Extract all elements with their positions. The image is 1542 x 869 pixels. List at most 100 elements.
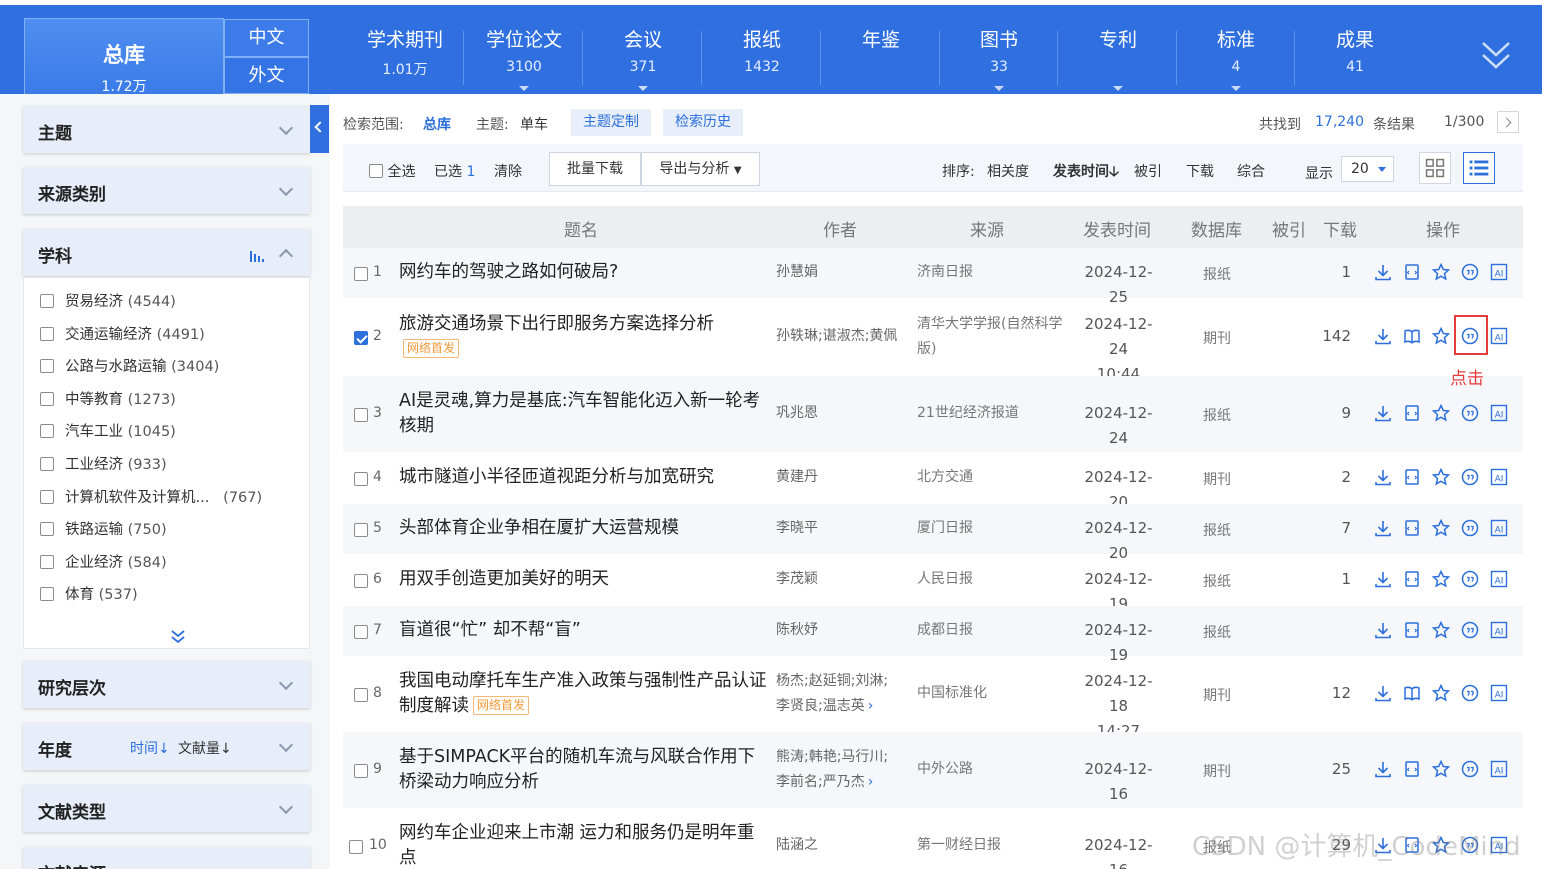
subject-item[interactable]: 计算机软件及计算机... (767) [40,487,262,509]
page-size-select[interactable]: 20 [1341,156,1394,182]
tab-journals[interactable]: 学术期刊 1.01万 [346,27,464,93]
download-icon[interactable] [1373,518,1393,538]
download-icon[interactable] [1373,569,1393,589]
tab-achievements[interactable]: 成果 41 [1296,27,1414,93]
tab-newspapers[interactable]: 报纸 1432 [703,27,821,93]
filter-doc-type[interactable]: 文献类型 [23,785,310,832]
sidebar-collapse-button[interactable] [310,105,329,153]
row-checkbox[interactable] [349,840,363,854]
row-checkbox[interactable] [354,267,368,281]
article-title-text[interactable]: 网约车的驾驶之路如何破局? [399,262,618,282]
article-title[interactable]: 用双手创造更加美好的明天 [399,567,769,592]
html-read-icon[interactable] [1402,569,1422,589]
filter-research-level[interactable]: 研究层次 [23,661,310,708]
cite-icon[interactable] [1460,403,1480,423]
tab-standards[interactable]: 标准 4 [1177,27,1295,93]
nav-zongku[interactable]: 总库 1.72万 [24,18,224,99]
sort-download[interactable]: 下载 [1186,161,1214,181]
cite-icon[interactable] [1460,518,1480,538]
star-icon[interactable] [1431,518,1451,538]
download-icon[interactable] [1373,620,1393,640]
article-author[interactable]: 黄建丹 [776,465,906,490]
article-title[interactable]: 我国电动摩托车生产准入政策与强制性产品认证制度解读 网络首发 [399,669,769,719]
sort-cited[interactable]: 被引 [1134,161,1162,181]
row-checkbox[interactable] [354,523,368,537]
subject-item[interactable]: 交通运输经济 (4491) [40,324,205,346]
filter-source-category[interactable]: 来源类别 [23,167,310,214]
book-read-icon[interactable] [1402,683,1422,703]
article-source[interactable]: 厦门日报 [917,516,1067,541]
row-checkbox[interactable] [354,408,368,422]
ai-icon[interactable]: AI [1489,467,1509,487]
ai-icon[interactable]: AI [1489,620,1509,640]
html-read-icon[interactable] [1402,620,1422,640]
cite-icon[interactable] [1460,759,1480,779]
ai-icon[interactable]: AI [1489,569,1509,589]
html-read-icon[interactable] [1402,467,1422,487]
html-read-icon[interactable] [1402,518,1422,538]
double-chevron-down-icon[interactable] [171,628,185,644]
article-source[interactable]: 成都日报 [917,618,1067,643]
download-icon[interactable] [1373,403,1393,423]
search-history-button[interactable]: 检索历史 [663,109,743,136]
article-title[interactable]: 旅游交通场景下出行即服务方案选择分析 网络首发 [399,312,769,362]
book-read-icon[interactable] [1402,326,1422,346]
star-icon[interactable] [1431,403,1451,423]
lang-chinese[interactable]: 中文 [224,19,309,57]
next-page-button[interactable] [1497,111,1519,133]
article-title-text[interactable]: AI是灵魂,算力是基底:汽车智能化迈入新一轮考核期 [399,391,760,436]
article-title-text[interactable]: 用双手创造更加美好的明天 [399,569,609,589]
row-checkbox[interactable] [354,688,368,702]
filter-topic[interactable]: 主题 [23,106,310,153]
article-author[interactable]: 李茂颖 [776,567,906,592]
row-checkbox[interactable] [354,574,368,588]
star-icon[interactable] [1431,326,1451,346]
list-view-icon[interactable] [1463,152,1495,184]
sort-relevance[interactable]: 相关度 [987,161,1029,181]
cite-icon[interactable] [1460,569,1480,589]
article-title[interactable]: AI是灵魂,算力是基底:汽车智能化迈入新一轮考核期 [399,389,769,439]
star-icon[interactable] [1431,620,1451,640]
article-author[interactable]: 孙慧娟 [776,260,906,285]
cite-icon[interactable] [1460,683,1480,703]
star-icon[interactable] [1431,569,1451,589]
subject-item[interactable]: 贸易经济 (4544) [40,291,176,313]
checkbox[interactable] [40,555,54,569]
article-source[interactable]: 济南日报 [917,260,1067,285]
article-author[interactable]: 熊涛;韩艳;马行川; 李前名;严乃杰 › [776,745,906,795]
article-title-text[interactable]: 头部体育企业争相在厦扩大运营规模 [399,518,679,538]
tab-yearbooks[interactable]: 年鉴 [822,27,940,93]
checkbox[interactable] [40,522,54,536]
star-icon[interactable] [1431,467,1451,487]
article-title[interactable]: 网约车的驾驶之路如何破局? [399,260,769,285]
download-icon[interactable] [1373,759,1393,779]
article-source[interactable]: 清华大学学报(自然科学版) [917,312,1067,362]
checkbox[interactable] [40,424,54,438]
download-icon[interactable] [1373,683,1393,703]
ai-icon[interactable]: AI [1489,262,1509,282]
star-icon[interactable] [1431,759,1451,779]
checkbox[interactable] [40,490,54,504]
filter-doc-source[interactable]: 文献来源 [23,847,310,869]
export-analysis-button[interactable]: 导出与分析 ▼ [641,152,760,186]
clear-button[interactable]: 清除 [494,161,522,181]
article-source[interactable]: 21世纪经济报道 [917,401,1067,426]
subject-item[interactable]: 工业经济 (933) [40,454,167,476]
custom-topic-button[interactable]: 主题定制 [571,109,651,136]
cite-icon[interactable] [1460,262,1480,282]
article-title-text[interactable]: 城市隧道小半径匝道视距分析与加宽研究 [399,467,714,487]
grid-view-icon[interactable] [1419,152,1451,184]
cite-icon[interactable] [1460,620,1480,640]
article-title-text[interactable]: 网约车企业迎来上市潮 运力和服务仍是明年重点 [399,823,755,868]
article-author[interactable]: 巩兆恩 [776,401,906,426]
article-title-text[interactable]: 基于SIMPACK平台的随机车流与风联合作用下桥梁动力响应分析 [399,747,755,792]
article-author[interactable]: 李晓平 [776,516,906,541]
article-source[interactable]: 中国标准化 [917,681,1067,706]
article-title-text[interactable]: 旅游交通场景下出行即服务方案选择分析 [399,314,714,334]
row-checkbox[interactable] [354,764,368,778]
article-author[interactable]: 陈秋妤 [776,618,906,643]
tab-dissertations[interactable]: 学位论文 3100 [465,27,583,93]
cite-icon[interactable] [1460,467,1480,487]
double-chevron-down-icon[interactable] [1480,37,1512,77]
checkbox[interactable] [40,327,54,341]
